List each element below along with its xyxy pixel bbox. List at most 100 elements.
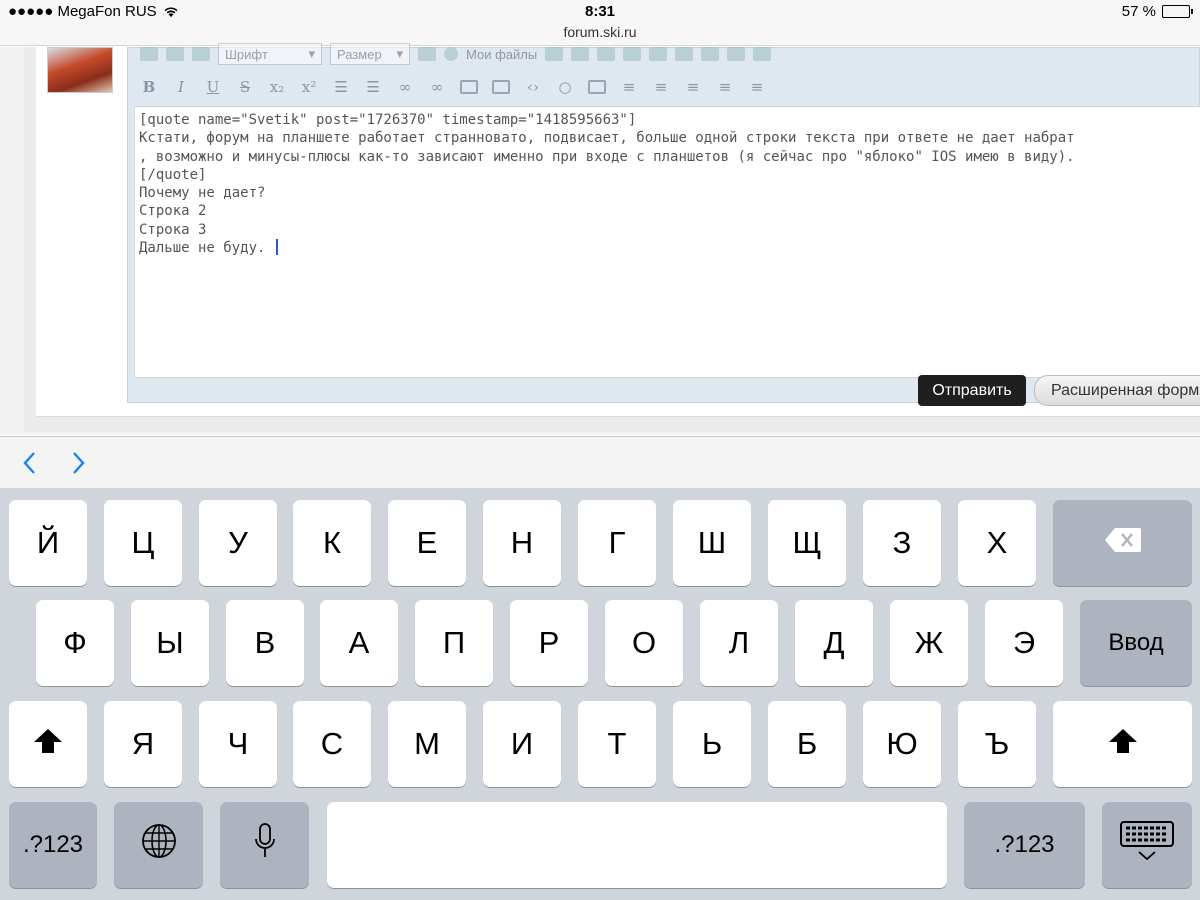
numbers-key-left[interactable]: .?123 <box>9 802 97 888</box>
quote-icon[interactable]: ○ <box>556 78 574 96</box>
key-letter[interactable]: В <box>226 600 304 686</box>
key-letter[interactable]: И <box>483 701 561 787</box>
paste-text-icon[interactable] <box>701 47 720 61</box>
key-letter[interactable]: З <box>863 500 941 586</box>
numbers-key-right[interactable]: .?123 <box>964 802 1085 888</box>
key-letter[interactable]: Р <box>510 600 588 686</box>
align-justify-icon[interactable]: ≡ <box>716 78 734 96</box>
send-button[interactable]: Отправить <box>918 375 1026 406</box>
code-icon[interactable]: ‹› <box>524 78 542 96</box>
key-letter[interactable]: Ж <box>890 600 968 686</box>
space-key[interactable] <box>327 802 947 888</box>
shift-key-left[interactable] <box>9 701 87 787</box>
key-letter[interactable]: Г <box>578 500 656 586</box>
color-icon[interactable] <box>418 47 436 61</box>
key-letter[interactable]: Ы <box>131 600 209 686</box>
table-icon[interactable] <box>545 47 564 61</box>
strike-button[interactable]: S <box>236 78 254 96</box>
number-list-icon[interactable]: ☰ <box>364 78 382 96</box>
paste-icon[interactable] <box>675 47 694 61</box>
backspace-key[interactable] <box>1053 500 1192 586</box>
text-line: [quote name="Svetik" post="1726370" time… <box>139 112 637 128</box>
advanced-form-button[interactable]: Расширенная форм <box>1034 375 1200 406</box>
copy-icon[interactable] <box>649 47 668 61</box>
key-letter[interactable]: М <box>388 701 466 787</box>
text-caret <box>275 239 278 256</box>
spoiler-icon[interactable] <box>588 80 606 94</box>
toolbar-icon[interactable] <box>192 47 210 61</box>
key-letter[interactable]: Б <box>768 701 846 787</box>
url-label[interactable]: forum.ski.ru <box>0 24 1200 40</box>
key-letter[interactable]: Ч <box>199 701 277 787</box>
message-textarea[interactable]: [quote name="Svetik" post="1726370" time… <box>134 106 1200 378</box>
key-letter[interactable]: Й <box>9 500 87 586</box>
globe-key[interactable] <box>114 802 203 888</box>
video-icon[interactable] <box>460 80 478 94</box>
key-letter[interactable]: Ъ <box>958 701 1036 787</box>
key-letter[interactable]: У <box>199 500 277 586</box>
text-line: Строка 2 <box>139 203 207 220</box>
text-line: [/quote] <box>139 166 207 183</box>
remove-format-icon[interactable] <box>753 47 772 61</box>
link-icon[interactable]: ∞ <box>396 78 414 96</box>
text-line: Дальше не буду. <box>139 240 274 257</box>
key-letter[interactable]: Ю <box>863 701 941 787</box>
italic-button[interactable]: I <box>172 78 190 96</box>
size-select-label: Размер <box>337 46 382 62</box>
chevron-right-icon[interactable] <box>66 449 90 477</box>
bullet-list-icon[interactable]: ☰ <box>332 78 350 96</box>
toolbar-icon[interactable] <box>140 47 158 61</box>
undo-icon[interactable] <box>597 47 616 61</box>
backspace-icon <box>1104 525 1142 561</box>
key-letter[interactable]: Ш <box>673 500 751 586</box>
enter-key[interactable]: Ввод <box>1080 600 1192 686</box>
key-letter[interactable]: Д <box>795 600 873 686</box>
key-letter[interactable]: Э <box>985 600 1063 686</box>
key-letter[interactable]: Е <box>388 500 466 586</box>
microphone-icon <box>254 823 276 867</box>
text-line: , возможно и минусы-плюсы как-то зависаю… <box>139 148 1075 165</box>
key-letter[interactable]: К <box>293 500 371 586</box>
indent-icon[interactable]: ≡ <box>748 78 766 96</box>
forum-page: Шрифт ▾ Размер ▾ Мои файлы B I U S x₂ x²… <box>0 43 1200 435</box>
key-letter[interactable]: А <box>320 600 398 686</box>
toolbar-icon[interactable] <box>166 47 184 61</box>
subscript-button[interactable]: x₂ <box>268 78 286 96</box>
size-select[interactable]: Размер ▾ <box>330 43 410 65</box>
unlink-icon[interactable]: ∞ <box>428 78 446 96</box>
keyboard-accessory-bar <box>0 436 1200 488</box>
smiley-icon[interactable] <box>444 47 458 61</box>
dictation-key[interactable] <box>220 802 309 888</box>
key-letter[interactable]: Ь <box>673 701 751 787</box>
shift-icon <box>1108 726 1138 762</box>
gallery-icon[interactable] <box>571 47 590 61</box>
key-letter[interactable]: Х <box>958 500 1036 586</box>
key-letter[interactable]: О <box>605 600 683 686</box>
my-files-label[interactable]: Мои файлы <box>466 47 537 62</box>
key-letter[interactable]: П <box>415 600 493 686</box>
shift-key-right[interactable] <box>1053 701 1192 787</box>
font-select-label: Шрифт <box>225 46 268 62</box>
key-letter[interactable]: Я <box>104 701 182 787</box>
key-letter[interactable]: Н <box>483 500 561 586</box>
superscript-button[interactable]: x² <box>300 78 318 96</box>
align-center-icon[interactable]: ≡ <box>652 78 670 96</box>
image-icon[interactable] <box>492 80 510 94</box>
post-editor: Шрифт ▾ Размер ▾ Мои файлы B I U S x₂ x²… <box>127 43 1200 403</box>
redo-icon[interactable] <box>623 47 642 61</box>
font-select[interactable]: Шрифт ▾ <box>218 43 322 65</box>
chevron-left-icon[interactable] <box>18 449 42 477</box>
key-letter[interactable]: Ф <box>36 600 114 686</box>
key-letter[interactable]: Ц <box>104 500 182 586</box>
text-line: Почему не дает? <box>139 185 266 202</box>
paste-word-icon[interactable] <box>727 47 746 61</box>
underline-button[interactable]: U <box>204 78 222 96</box>
bold-button[interactable]: B <box>140 78 158 96</box>
key-letter[interactable]: Т <box>578 701 656 787</box>
key-letter[interactable]: Щ <box>768 500 846 586</box>
key-letter[interactable]: Л <box>700 600 778 686</box>
align-right-icon[interactable]: ≡ <box>684 78 702 96</box>
hide-keyboard-key[interactable] <box>1102 802 1192 888</box>
align-left-icon[interactable]: ≡ <box>620 78 638 96</box>
key-letter[interactable]: С <box>293 701 371 787</box>
